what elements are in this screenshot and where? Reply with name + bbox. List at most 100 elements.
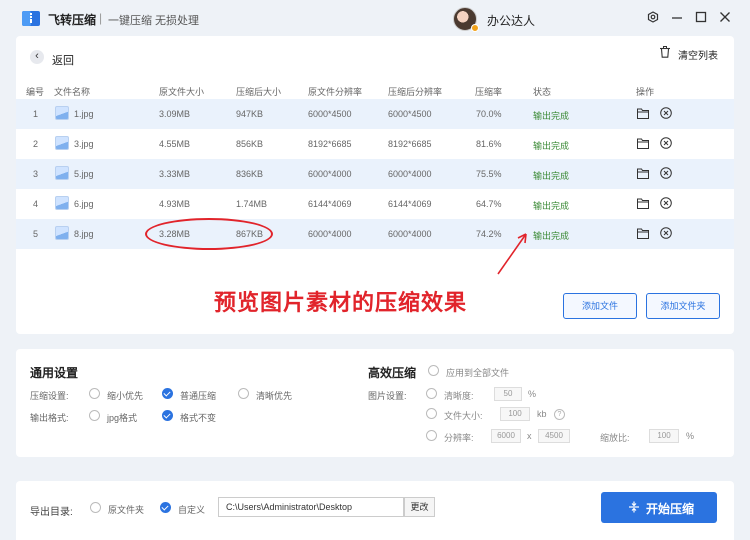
row-comp-size: 856KB bbox=[236, 139, 264, 149]
close-window-icon[interactable] bbox=[717, 9, 733, 25]
open-folder-icon[interactable] bbox=[637, 138, 649, 149]
option-original-folder[interactable]: 原文件夹 bbox=[108, 503, 144, 516]
start-compress-button[interactable]: 开始压缩 bbox=[601, 492, 717, 523]
row-orig-res: 8192*6685 bbox=[308, 139, 352, 149]
change-path-button[interactable]: 更改 bbox=[404, 497, 435, 517]
row-comp-res: 6000*4000 bbox=[388, 169, 432, 179]
resolution-label: 分辨率: bbox=[444, 433, 474, 443]
row-ratio: 70.0% bbox=[476, 109, 502, 119]
row-comp-res: 6144*4069 bbox=[388, 199, 432, 209]
remove-file-icon[interactable] bbox=[660, 137, 672, 149]
minimize-icon[interactable] bbox=[669, 9, 685, 25]
add-folder-button[interactable]: 添加文件夹 bbox=[646, 293, 720, 319]
open-folder-icon[interactable] bbox=[637, 168, 649, 179]
resolution-width-input[interactable]: 6000 bbox=[491, 429, 521, 443]
radio-shrink-priority[interactable] bbox=[89, 388, 100, 399]
row-orig-res: 6000*4500 bbox=[308, 109, 352, 119]
row-status: 输出完成 bbox=[533, 141, 570, 151]
row-comp-size: 1.74MB bbox=[236, 199, 268, 209]
clarity-unit: % bbox=[528, 389, 537, 399]
radio-resolution[interactable] bbox=[426, 430, 437, 441]
radio-keep-format[interactable] bbox=[162, 410, 173, 421]
remove-file-icon[interactable] bbox=[660, 107, 672, 119]
image-thumbnail-icon bbox=[55, 226, 69, 240]
radio-custom-folder[interactable] bbox=[160, 502, 171, 513]
option-custom-folder[interactable]: 自定义 bbox=[178, 503, 205, 516]
compress-setting-label: 压缩设置: bbox=[30, 391, 69, 401]
image-setting-label: 图片设置: bbox=[368, 391, 407, 401]
table-row[interactable]: 4 6.jpg 4.93MB 1.74MB 6144*4069 6144*406… bbox=[16, 189, 734, 219]
radio-clarity[interactable] bbox=[426, 388, 437, 399]
export-dir-label: 导出目录: bbox=[30, 507, 73, 518]
image-thumbnail-icon bbox=[55, 106, 69, 120]
table-row[interactable]: 5 8.jpg 3.28MB 867KB 6000*4000 6000*4000… bbox=[16, 219, 734, 249]
resolution-x-label: x bbox=[527, 431, 532, 441]
export-path-input[interactable]: C:\Users\Administrator\Desktop bbox=[218, 497, 404, 517]
radio-jpg-format[interactable] bbox=[89, 410, 100, 421]
username[interactable]: 办公达人 bbox=[487, 12, 535, 29]
back-button[interactable]: 返回 bbox=[52, 52, 74, 68]
table-row[interactable]: 3 5.jpg 3.33MB 836KB 6000*4000 6000*4000… bbox=[16, 159, 734, 189]
remove-file-icon[interactable] bbox=[660, 227, 672, 239]
remove-file-icon[interactable] bbox=[660, 167, 672, 179]
image-thumbnail-icon bbox=[55, 136, 69, 150]
scale-unit: % bbox=[686, 431, 695, 441]
row-comp-res: 6000*4500 bbox=[388, 109, 432, 119]
scale-label: 缩放比: bbox=[600, 433, 630, 443]
maximize-icon[interactable] bbox=[693, 9, 709, 25]
radio-apply-all[interactable] bbox=[428, 365, 439, 376]
settings-icon[interactable] bbox=[645, 9, 661, 25]
row-filename: 6.jpg bbox=[74, 199, 94, 209]
option-clarity-priority[interactable]: 清晰优先 bbox=[256, 389, 292, 402]
option-shrink-priority[interactable]: 缩小优先 bbox=[107, 389, 143, 402]
header-name: 文件名称 bbox=[54, 87, 91, 97]
row-no: 2 bbox=[33, 139, 39, 149]
row-status: 输出完成 bbox=[533, 171, 570, 181]
clarity-label: 清晰度: bbox=[444, 391, 474, 401]
title-bar: 飞转压缩 | 一键压缩 无损处理 办公达人 bbox=[0, 0, 750, 36]
row-comp-res: 8192*6685 bbox=[388, 139, 432, 149]
option-jpg-format[interactable]: jpg格式 bbox=[107, 411, 137, 424]
back-arrow-icon[interactable]: ‹ bbox=[30, 50, 44, 64]
radio-filesize[interactable] bbox=[426, 408, 437, 419]
image-thumbnail-icon bbox=[55, 196, 69, 210]
option-normal-compress[interactable]: 普通压缩 bbox=[180, 389, 216, 402]
row-filename: 3.jpg bbox=[74, 139, 94, 149]
option-keep-format[interactable]: 格式不变 bbox=[180, 411, 216, 424]
open-folder-icon[interactable] bbox=[637, 198, 649, 209]
resolution-height-input[interactable]: 4500 bbox=[538, 429, 570, 443]
row-orig-size: 3.09MB bbox=[159, 109, 191, 119]
radio-original-folder[interactable] bbox=[90, 502, 101, 513]
help-icon[interactable]: ? bbox=[554, 409, 565, 420]
header-orig-res: 原文件分辨率 bbox=[308, 87, 363, 97]
filesize-input[interactable]: 100 bbox=[500, 407, 530, 421]
option-apply-all[interactable]: 应用到全部文件 bbox=[446, 366, 509, 379]
radio-normal-compress[interactable] bbox=[162, 388, 173, 399]
radio-clarity-priority[interactable] bbox=[238, 388, 249, 399]
header-status: 状态 bbox=[533, 87, 552, 97]
row-orig-size: 4.55MB bbox=[159, 139, 191, 149]
remove-file-icon[interactable] bbox=[660, 197, 672, 209]
app-logo-icon bbox=[22, 11, 40, 26]
row-orig-res: 6000*4000 bbox=[308, 229, 352, 239]
row-status: 输出完成 bbox=[533, 201, 570, 211]
clarity-input[interactable]: 50 bbox=[494, 387, 522, 401]
row-status: 输出完成 bbox=[533, 231, 570, 241]
open-folder-icon[interactable] bbox=[637, 228, 649, 239]
clear-list-button[interactable]: 清空列表 bbox=[678, 47, 718, 62]
advanced-title: 高效压缩 bbox=[368, 366, 417, 380]
table-row[interactable]: 1 1.jpg 3.09MB 947KB 6000*4500 6000*4500… bbox=[16, 99, 734, 129]
trash-icon[interactable] bbox=[659, 46, 671, 58]
row-comp-size: 836KB bbox=[236, 169, 264, 179]
row-orig-res: 6144*4069 bbox=[308, 199, 352, 209]
header-orig-size: 原文件大小 bbox=[159, 87, 205, 97]
add-file-button[interactable]: 添加文件 bbox=[563, 293, 637, 319]
table-row[interactable]: 2 3.jpg 4.55MB 856KB 8192*6685 8192*6685… bbox=[16, 129, 734, 159]
app-tagline: 一键压缩 无损处理 bbox=[108, 15, 200, 27]
scale-input[interactable]: 100 bbox=[649, 429, 679, 443]
row-ratio: 75.5% bbox=[476, 169, 502, 179]
general-settings-title: 通用设置 bbox=[30, 366, 79, 380]
row-no: 1 bbox=[33, 109, 39, 119]
row-no: 4 bbox=[33, 199, 39, 209]
open-folder-icon[interactable] bbox=[637, 108, 649, 119]
